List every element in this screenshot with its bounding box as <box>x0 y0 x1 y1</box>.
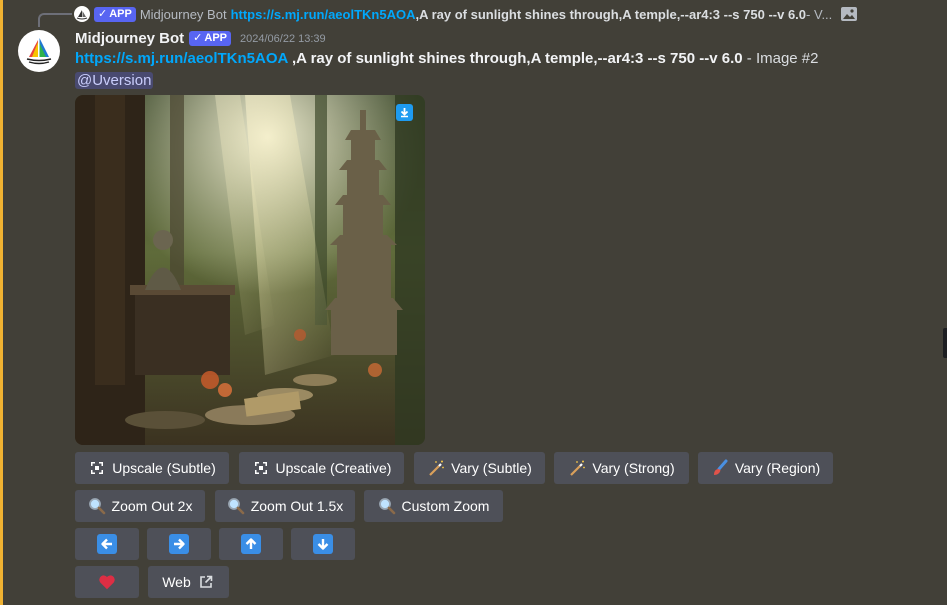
arrow-up-icon <box>241 534 261 554</box>
message-highlight-bar <box>0 0 3 605</box>
vary-strong-button[interactable]: Vary (Strong) <box>554 452 689 484</box>
zoom-out-1-5x-button[interactable]: Zoom Out 1.5x <box>215 490 355 522</box>
zoom-out-2x-button[interactable]: Zoom Out 2x <box>75 490 205 522</box>
magic-wand-icon <box>568 459 586 477</box>
heart-icon <box>98 573 116 591</box>
external-link-icon <box>197 573 215 591</box>
message-header: Midjourney Bot ✓ APP 2024/06/22 13:39 <box>75 30 326 47</box>
pan-up-button[interactable] <box>219 528 283 560</box>
upscale-subtle-button[interactable]: Upscale (Subtle) <box>75 452 229 484</box>
generated-image[interactable] <box>75 95 425 445</box>
author-name[interactable]: Midjourney Bot <box>75 30 184 47</box>
upscale-creative-button[interactable]: Upscale (Creative) <box>239 452 404 484</box>
upscale-subtle-label: Upscale (Subtle) <box>112 460 216 476</box>
reply-prompt: ,A ray of sunlight shines through,A temp… <box>415 6 807 22</box>
reply-trail: - V... <box>806 6 833 22</box>
upscale-icon <box>252 459 270 477</box>
vary-subtle-label: Vary (Subtle) <box>451 460 532 476</box>
web-label: Web <box>162 574 191 590</box>
image-icon <box>840 6 858 22</box>
arrow-left-icon <box>97 534 117 554</box>
pan-right-button[interactable] <box>147 528 211 560</box>
custom-zoom-label: Custom Zoom <box>401 498 490 514</box>
web-link-button[interactable]: Web <box>148 566 229 598</box>
zoom-out-2x-label: Zoom Out 2x <box>111 498 193 514</box>
reply-app-badge: ✓ APP <box>94 6 136 22</box>
pan-left-button[interactable] <box>75 528 139 560</box>
app-badge: ✓ APP <box>189 31 232 46</box>
image-index: - Image #2 <box>742 50 819 67</box>
arrow-right-icon <box>169 534 189 554</box>
magnifier-icon <box>378 497 396 515</box>
magnifier-icon <box>227 497 245 515</box>
scrollbar-thumb[interactable] <box>943 328 947 358</box>
prompt-link[interactable]: https://s.mj.run/aeolTKn5AOA <box>75 50 288 67</box>
check-icon: ✓ <box>193 32 203 44</box>
prompt-text: ,A ray of sunlight shines through,A temp… <box>287 50 743 67</box>
vary-region-label: Vary (Region) <box>734 460 821 476</box>
bot-avatar[interactable] <box>18 30 60 72</box>
paintbrush-icon <box>711 459 729 477</box>
upscale-creative-label: Upscale (Creative) <box>275 460 392 476</box>
timestamp: 2024/06/22 13:39 <box>240 32 326 45</box>
check-icon: ✓ <box>98 7 108 20</box>
download-icon[interactable] <box>396 104 413 121</box>
custom-zoom-button[interactable]: Custom Zoom <box>364 490 503 522</box>
message-content: https://s.mj.run/aeolTKn5AOA ,A ray of s… <box>75 50 818 67</box>
user-mention[interactable]: @Uversion <box>75 72 154 89</box>
arrow-down-icon <box>313 534 333 554</box>
reply-link[interactable]: https://s.mj.run/aeolTKn5AOA <box>231 7 416 22</box>
upscale-icon <box>88 459 106 477</box>
zoom-out-1-5x-label: Zoom Out 1.5x <box>250 498 344 514</box>
magnifier-icon <box>88 497 106 515</box>
reply-preview[interactable]: ✓ APP Midjourney Bot https://s.mj.run/aeo… <box>20 4 887 24</box>
reply-avatar[interactable] <box>74 6 90 22</box>
pan-down-button[interactable] <box>291 528 355 560</box>
sailboat-icon <box>26 38 52 65</box>
favorite-button[interactable] <box>75 566 139 598</box>
reply-author[interactable]: Midjourney Bot <box>140 7 227 22</box>
vary-region-button[interactable]: Vary (Region) <box>698 452 833 484</box>
magic-wand-icon <box>427 459 445 477</box>
vary-strong-label: Vary (Strong) <box>592 460 675 476</box>
vary-subtle-button[interactable]: Vary (Subtle) <box>414 452 545 484</box>
